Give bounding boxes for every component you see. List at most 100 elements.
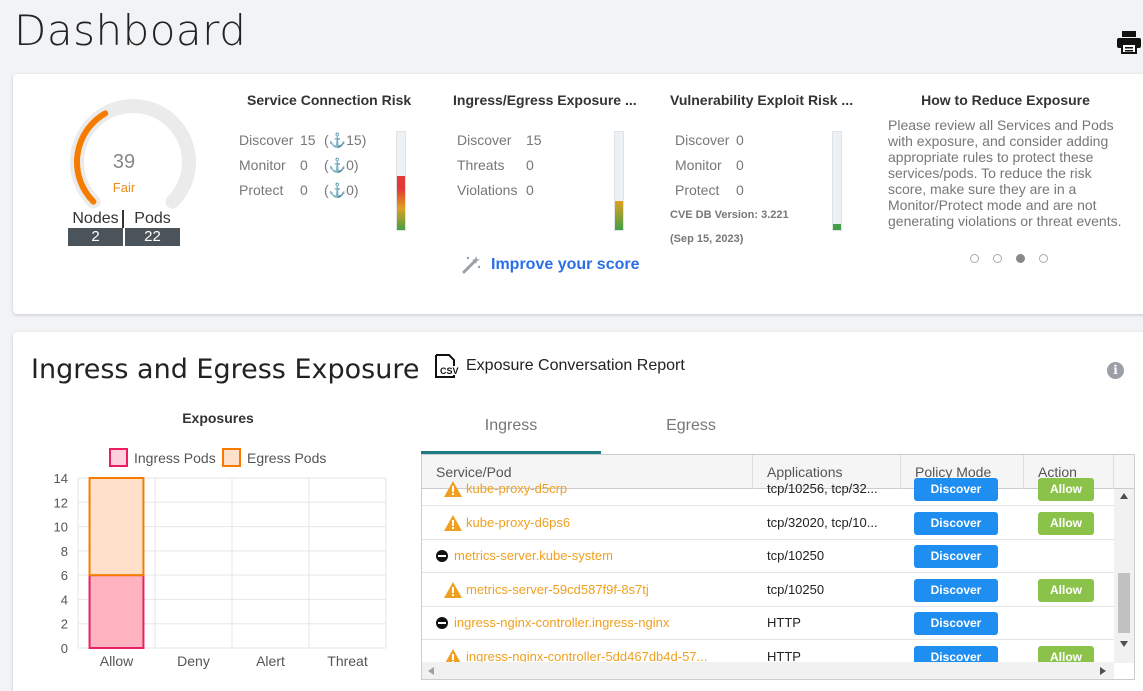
vuln-protect-value: 0 — [736, 182, 744, 198]
allow-action-button[interactable]: Allow — [1038, 511, 1094, 535]
service-discover-value: 15 — [300, 132, 316, 148]
service-protect-value: 0 — [300, 182, 308, 198]
scroll-up-icon[interactable] — [1120, 493, 1128, 499]
cve-db-version: CVE DB Version: 3.221 — [670, 209, 789, 221]
policy-mode-button[interactable]: Discover — [914, 545, 998, 568]
tab-egress[interactable]: Egress — [601, 410, 781, 454]
allow-action-button[interactable]: Allow — [1038, 478, 1094, 501]
service-pod-name[interactable]: metrics-server-59cd587f9f-8s7tj — [466, 573, 742, 607]
bar-egress-allow — [88, 477, 145, 577]
exposure-discover-value: 15 — [526, 132, 542, 148]
y-tick-label: 14 — [54, 471, 68, 486]
horizontal-scrollbar[interactable] — [422, 662, 1114, 679]
risk-score-value: 39 — [112, 151, 136, 173]
tab-ingress[interactable]: Ingress — [421, 410, 601, 454]
improve-score-link[interactable]: Improve your score — [461, 255, 640, 275]
anchor-icon: ⚓ — [328, 132, 347, 148]
policy-mode-button[interactable]: Discover — [914, 511, 998, 535]
service-protect-extra: 0 — [346, 182, 354, 198]
exposure-risk-title: Ingress/Egress Exposure ... — [453, 92, 637, 108]
service-pod-name[interactable]: kube-proxy-d5crp — [466, 472, 742, 506]
y-tick-label: 0 — [61, 641, 68, 656]
carousel-dot-4[interactable] — [1039, 254, 1048, 263]
improve-score-label: Improve your score — [491, 256, 640, 273]
nodes-pods-divider — [122, 210, 124, 228]
table-row[interactable]: kube-proxy-d6ps6 tcp/32020, tcp/10... Disc… — [422, 506, 1114, 540]
service-risk-title: Service Connection Risk — [247, 92, 412, 108]
svg-text:CSV: CSV — [440, 366, 459, 376]
applications-value: tcp/10250 — [767, 548, 825, 563]
exposure-table: Service/Pod Applications Policy Mode Act… — [421, 454, 1135, 680]
applications-value: tcp/10256, tcp/32... — [767, 481, 878, 496]
table-row[interactable]: metrics-server.kube-system tcp/10250 Disco… — [422, 539, 1114, 573]
service-discover-label: Discover — [239, 132, 294, 148]
vertical-scrollbar-thumb[interactable] — [1118, 573, 1130, 633]
pods-count: 22 — [125, 228, 180, 246]
csv-file-icon: CSV — [435, 354, 459, 378]
vuln-monitor-value: 0 — [736, 157, 744, 173]
service-monitor-value: 0 — [300, 157, 308, 173]
applications-value: tcp/10250 — [767, 581, 825, 597]
service-pod-name[interactable]: ingress-nginx-controller.ingress-nginx — [454, 606, 742, 640]
exposure-violations-value: 0 — [526, 182, 534, 198]
policy-mode-button[interactable]: Discover — [914, 578, 998, 602]
bar-ingress-allow — [88, 574, 145, 649]
y-tick-label: 4 — [61, 592, 68, 607]
exposure-tabs: Ingress Egress — [421, 410, 1141, 454]
table-row[interactable]: kube-proxy-d5crp tcp/10256, tcp/32... Disc… — [422, 472, 1114, 506]
scroll-down-icon[interactable] — [1120, 641, 1128, 647]
service-discover-extra: 15 — [346, 132, 362, 148]
table-row[interactable]: metrics-server-59cd587f9f-8s7tj tcp/10250… — [422, 573, 1114, 607]
anchor-icon: ⚓ — [328, 157, 347, 173]
table-row[interactable]: ingress-nginx-controller.ingress-nginx HT… — [422, 606, 1114, 640]
risk-summary-card: 39 Fair Nodes Pods 2 22 Service Connecti… — [13, 74, 1143, 314]
vuln-risk-bar-fill — [833, 224, 841, 230]
exposure-card: Ingress and Egress Exposure CSV Exposure… — [13, 332, 1143, 691]
blocked-icon — [436, 550, 448, 562]
carousel-dot-3[interactable] — [1016, 254, 1025, 263]
exposure-report-button[interactable]: CSV Exposure Conversation Report — [434, 354, 685, 378]
carousel-dot-2[interactable] — [993, 254, 1002, 263]
anchor-icon: ⚓ — [328, 182, 347, 198]
vuln-risk-bar — [832, 131, 842, 231]
vertical-scrollbar[interactable] — [1114, 489, 1134, 663]
nodes-label: Nodes — [72, 210, 119, 227]
chart-title: Exposures — [182, 410, 254, 426]
service-discover-anchor: (⚓15) — [324, 132, 367, 148]
service-pod-name[interactable]: metrics-server.kube-system — [454, 539, 742, 573]
how-to-reduce-title: How to Reduce Exposure — [921, 92, 1090, 108]
print-icon[interactable] — [1116, 30, 1142, 54]
policy-mode-button[interactable]: Discover — [914, 478, 998, 501]
warning-icon — [444, 581, 462, 598]
policy-mode-button[interactable]: Discover — [914, 612, 998, 635]
cve-db-date: (Sep 15, 2023) — [670, 233, 744, 245]
vuln-protect-label: Protect — [675, 182, 720, 198]
y-tick-label: 10 — [54, 520, 68, 535]
carousel-dot-1[interactable] — [970, 254, 979, 263]
y-tick-label: 12 — [54, 495, 68, 510]
pods-label: Pods — [134, 210, 171, 227]
x-tick-label: Threat — [327, 653, 368, 669]
vuln-risk-title: Vulnerability Exploit Risk ... — [670, 92, 854, 108]
applications-value: tcp/32020, tcp/10... — [767, 514, 878, 530]
exposure-violations-label: Violations — [457, 182, 518, 198]
risk-score-rating: Fair — [112, 180, 136, 195]
scroll-left-icon[interactable] — [428, 667, 434, 675]
info-icon[interactable]: i — [1107, 362, 1124, 379]
service-monitor-label: Monitor — [239, 157, 286, 173]
vuln-monitor-label: Monitor — [675, 157, 722, 173]
blocked-icon — [436, 617, 448, 629]
exposures-chart: 0 2 4 6 8 10 12 14 Allow Deny Alert Threat — [54, 471, 387, 669]
exposure-threats-value: 0 — [526, 157, 534, 173]
magic-wand-icon — [462, 256, 481, 274]
carousel-dots — [970, 254, 1048, 263]
vuln-discover-value: 0 — [736, 132, 744, 148]
scroll-right-icon[interactable] — [1100, 667, 1106, 675]
y-tick-label: 2 — [61, 617, 68, 632]
allow-action-button[interactable]: Allow — [1038, 578, 1094, 602]
service-pod-name[interactable]: kube-proxy-d6ps6 — [466, 506, 742, 540]
y-tick-label: 8 — [61, 544, 68, 559]
page-title: Dashboard — [14, 6, 247, 55]
vuln-discover-label: Discover — [675, 132, 730, 148]
x-tick-label: Deny — [177, 653, 210, 669]
